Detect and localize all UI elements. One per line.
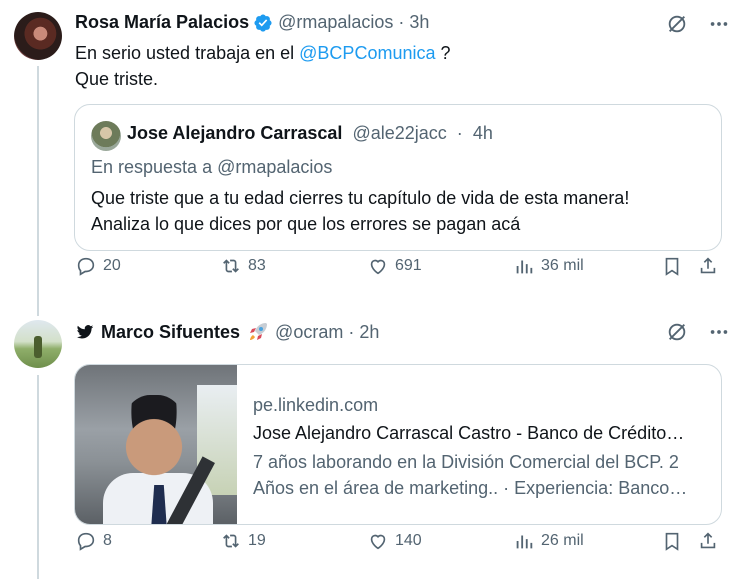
grok-icon[interactable] [665, 12, 689, 36]
heart-icon [370, 259, 386, 275]
twitter-bird-icon [76, 325, 94, 339]
share-button[interactable] [697, 255, 719, 277]
link-preview-card[interactable]: pe.linkedin.com Jose Alejandro Carrascal… [74, 364, 722, 525]
avatar-rosa-maria-palacios[interactable] [14, 12, 62, 60]
views-button[interactable]: 36 mil [513, 255, 584, 277]
quote-text-line: Que triste que a tu edad cierres tu capí… [91, 188, 630, 208]
link-description: 7 años laborando en la División Comercia… [253, 449, 687, 501]
author-handle[interactable]: @ocram [275, 322, 343, 343]
repost-count: 19 [248, 532, 266, 549]
quote-author-handle: @ale22jacc [352, 123, 447, 143]
repost-button[interactable]: 19 [220, 530, 266, 552]
post-header: Marco Sifuentes @ocram · 2h [75, 320, 379, 344]
link-preview-image [75, 365, 237, 524]
post-text-part: ? [440, 43, 451, 63]
verified-badge-icon [254, 13, 272, 32]
views-button[interactable]: 26 mil [513, 530, 584, 552]
quote-author-name: Jose Alejandro Carrascal [127, 123, 343, 143]
quote-text-line: Analiza lo que dices por que los errores… [91, 214, 521, 234]
views-chart-icon [516, 260, 533, 274]
quote-time: 4h [472, 123, 493, 143]
post-time[interactable]: 3h [409, 12, 429, 33]
post-top-actions [665, 320, 731, 344]
post-time[interactable]: 2h [359, 322, 379, 343]
thread-line [37, 375, 39, 579]
repost-count: 83 [248, 257, 266, 274]
reply-icon [77, 532, 95, 551]
like-count: 140 [395, 532, 422, 549]
quoted-post[interactable]: Jose Alejandro Carrascal @ale22jacc · 4h… [74, 104, 722, 251]
grok-icon[interactable] [665, 320, 689, 344]
post-text-part: En serio usted trabaja en el [75, 43, 295, 63]
link-title: Jose Alejandro Carrascal Castro - Banco … [253, 423, 685, 443]
reply-count: 20 [103, 257, 121, 274]
reply-icon [77, 257, 95, 276]
like-count: 691 [395, 257, 422, 274]
post-text-line: Que triste. [75, 69, 159, 89]
separator: · [398, 12, 405, 32]
author-name[interactable]: Marco Sifuentes [101, 322, 240, 343]
reply-context: En respuesta a @rmapalacios [91, 157, 332, 178]
link-domain: pe.linkedin.com [253, 395, 379, 415]
like-button[interactable]: 691 [367, 255, 422, 277]
separator: · [456, 123, 463, 143]
views-count: 26 mil [541, 532, 584, 549]
like-button[interactable]: 140 [367, 530, 422, 552]
rocket-emoji-icon [250, 323, 268, 340]
bookmark-button[interactable] [661, 255, 683, 277]
avatar-marco-sifuentes[interactable] [14, 320, 62, 368]
share-button[interactable] [697, 530, 719, 552]
reply-to-mention: @rmapalacios [217, 157, 333, 177]
reply-prefix: En respuesta a [91, 157, 213, 177]
bookmark-icon [665, 532, 679, 551]
reply-button[interactable]: 8 [75, 530, 112, 552]
author-handle[interactable]: @rmapalacios [278, 12, 393, 33]
quote-text: Que triste que a tu edad cierres tu capí… [91, 185, 629, 237]
views-chart-icon [516, 535, 533, 549]
reply-button[interactable]: 20 [75, 255, 121, 277]
quote-avatar [91, 121, 121, 151]
more-options-icon[interactable] [707, 12, 731, 36]
share-icon [700, 257, 716, 274]
share-icon [700, 532, 716, 549]
heart-icon [370, 534, 386, 550]
reply-count: 8 [103, 532, 112, 549]
thread-line [37, 66, 39, 316]
quote-header: Jose Alejandro Carrascal @ale22jacc · 4h [127, 123, 493, 144]
views-count: 36 mil [541, 257, 584, 274]
separator: · [348, 321, 355, 342]
repost-button[interactable]: 83 [220, 255, 266, 277]
post-top-actions [665, 12, 731, 36]
more-options-icon[interactable] [707, 320, 731, 344]
mention-link[interactable]: @BCPComunica [299, 43, 435, 63]
link-description-line: Años en el área de marketing.. · Experie… [253, 478, 688, 498]
author-name[interactable]: Rosa María Palacios [75, 12, 249, 33]
repost-icon [223, 534, 239, 548]
bookmark-icon [665, 257, 679, 276]
repost-icon [223, 259, 239, 273]
post-header: Rosa María Palacios @rmapalacios · 3h [75, 12, 429, 33]
post-text: En serio usted trabaja en el @BCPComunic… [75, 40, 451, 92]
link-description-line: 7 años laborando en la División Comercia… [253, 452, 679, 472]
bookmark-button[interactable] [661, 530, 683, 552]
